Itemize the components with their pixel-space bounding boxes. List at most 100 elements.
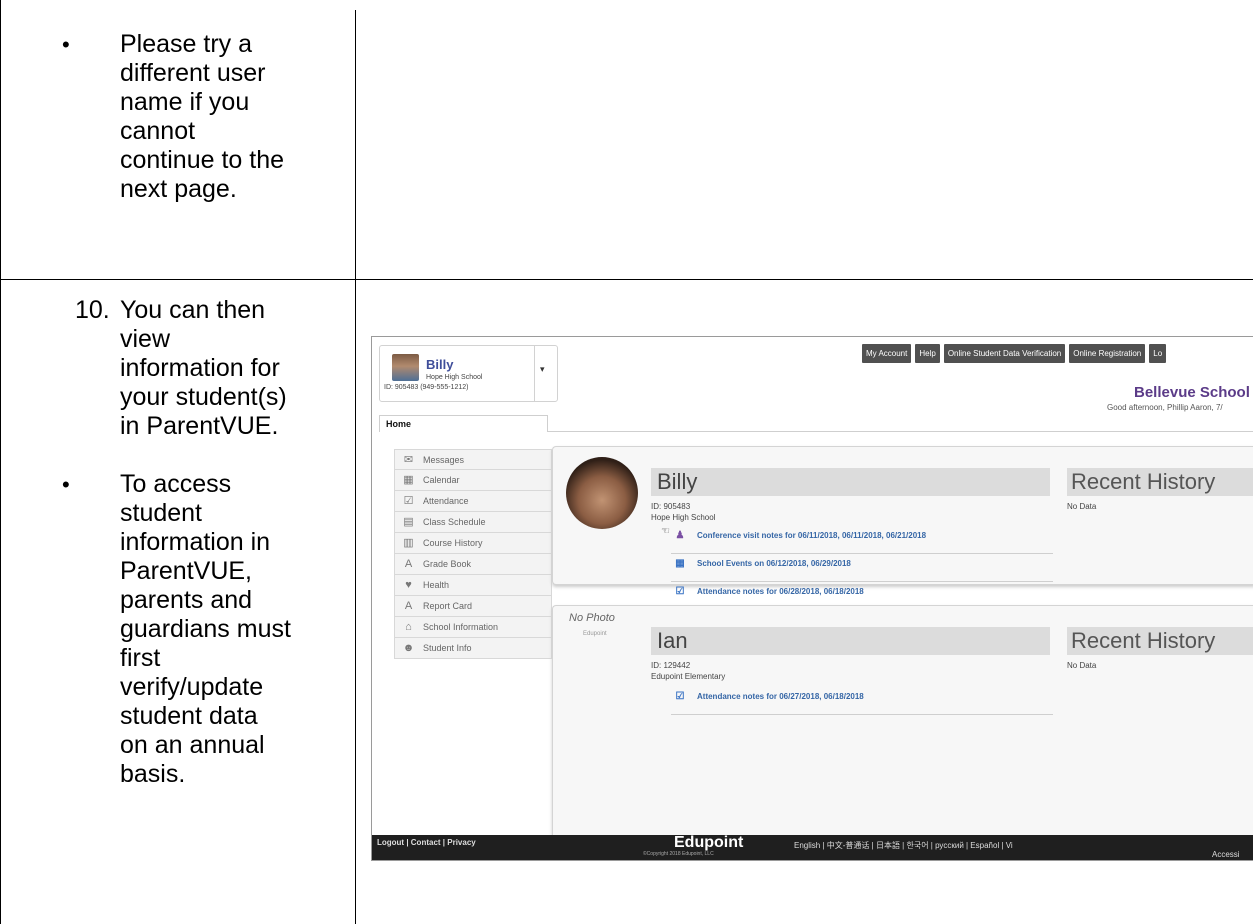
text-line: parents and [120,586,253,614]
class-schedule-icon: ▤ [403,516,414,528]
event-text: Attendance notes for 06/28/2018, 06/18/2… [697,587,864,596]
text-line: next page. [120,175,237,203]
student-selector-card[interactable]: Billy Hope High School ID: 905483 (949-5… [379,345,558,402]
text-line: To access [120,470,232,498]
text-line: continue to the [120,146,285,174]
bullet-glyph: • [62,472,70,497]
school-information-icon: ⌂ [405,621,412,633]
attendance-note-icon: ☑ [675,691,685,702]
sidebar-nav: ✉ Messages ▦ Calendar ☑ Attendance ▤ Class Sche… [394,449,552,659]
table-column-divider [355,10,356,924]
sidebar-item-label: Attendance [423,496,469,506]
sidebar-item[interactable]: ▤ Class Schedule [394,512,552,533]
text-line: name if you [120,88,250,116]
recent-history-heading: Recent History [1067,627,1253,655]
card-school: Hope High School [426,374,483,381]
event-link[interactable]: ☑ Attendance notes for 06/27/2018, 06/18/… [671,687,1053,715]
recent-history-empty: No Data [1067,661,1097,670]
student-id: ID: 905483 [651,502,691,511]
table-border-left [0,0,1,924]
event-link[interactable]: ▦ School Events on 06/12/2018, 06/29/2018 [671,554,1053,582]
top-nav-button[interactable]: Online Registration [1069,344,1146,363]
sidebar-item[interactable]: ☑ Attendance [394,491,552,512]
student-info-icon: ☻ [402,642,415,654]
sidebar-item-label: Messages [423,455,465,465]
course-history-icon: ▥ [403,537,414,549]
top-nav-buttons: My Account Help Online Student Data Verifi… [862,344,1167,363]
sidebar-item[interactable]: ⌂ School Information [394,617,552,638]
sidebar-item[interactable]: A Report Card [394,596,552,617]
page-footer: Logout | Contact | Privacy Edupoint ©Cop… [372,834,1253,860]
messages-icon: ✉ [403,454,414,466]
text-line: information in [120,528,271,556]
card-student-name: Billy [426,357,454,372]
step-number: 10. [75,296,110,324]
accessibility-link[interactable]: Accessi [1212,850,1240,859]
student-panel-billy: Billy Recent History ID: 905483 Hope Hig… [552,446,1253,638]
report-card-icon: A [404,600,413,612]
tab-rule [547,431,1253,432]
no-photo-label: No Photo [569,612,615,624]
text-line: Please try a [120,30,253,58]
sidebar-item-label: Course History [423,538,483,548]
attendance-note-icon: ☑ [675,586,685,597]
text-line: ParentVUE, [120,557,253,585]
text-line: basis. [120,760,186,788]
recent-history-heading: Recent History [1067,468,1253,496]
sidebar-item[interactable]: ♥ Health [394,575,552,596]
tab-home[interactable]: Home [379,415,548,432]
grade-book-icon: A [404,558,413,570]
bullet-retry-text: Please try a different user name if you can… [120,30,284,204]
card-divider [534,346,535,401]
calendar-icon: ▦ [403,474,414,486]
student-school: Hope High School [651,513,716,522]
sidebar-item-label: Student Info [423,643,472,653]
footer-links[interactable]: Logout | Contact | Privacy [377,838,476,847]
text-line: your student(s) [120,383,287,411]
district-name: Bellevue School Dis [1134,384,1253,401]
event-text: School Events on 06/12/2018, 06/29/2018 [697,559,851,568]
sidebar-item-label: Report Card [423,601,473,611]
school-events-icon: ▦ [675,558,685,569]
chevron-down-icon[interactable]: ▾ [540,364,545,375]
table-row-divider [0,279,1253,280]
student-panel-ian: No Photo Edupoint Ian Recent History ID:… [552,605,1253,859]
health-icon: ♥ [405,579,412,591]
bullet-access-text: To access student information in ParentVUE,… [120,470,291,789]
text-line: information for [120,354,280,382]
student-name-heading: Ian [651,627,1050,655]
top-nav-button[interactable]: My Account [862,344,912,363]
sidebar-item[interactable]: A Grade Book [394,554,552,575]
text-line: first [120,644,161,672]
sidebar-item-label: School Information [423,622,499,632]
footer-copyright: ©Copyright 2018 Edupoint, LLC [643,851,714,857]
sidebar-item[interactable]: ▦ Calendar [394,470,552,491]
edupoint-logo: Edupoint [674,834,744,851]
sidebar-item[interactable]: ✉ Messages [394,449,552,470]
document-page: • Please try a different user name if you c… [0,0,1253,924]
text-line: on an annual [120,731,265,759]
top-nav-button[interactable]: Online Student Data Verification [943,344,1066,363]
card-id-phone: ID: 905483 (949-555-1212) [384,384,469,391]
student-id: ID: 129442 [651,661,691,670]
event-text: Conference visit notes for 06/11/2018, 0… [697,531,927,540]
event-link[interactable]: ♟ Conference visit notes for 06/11/2018, … [671,526,1053,554]
sidebar-item-label: Grade Book [423,559,472,569]
top-nav-button[interactable]: Help [915,344,940,363]
text-line: student data [120,702,258,730]
parentvue-screenshot: Billy Hope High School ID: 905483 (949-5… [371,336,1253,861]
student-school: Edupoint Elementary [651,672,726,681]
language-links[interactable]: English | 中文-普通话 | 日本語 | 한국어 | русский |… [794,840,1013,851]
student-thumbnail [392,354,419,381]
sidebar-item[interactable]: ▥ Course History [394,533,552,554]
conference-icon: ♟ [675,530,685,541]
text-line: verify/update [120,673,264,701]
edupoint-placeholder-logo: Edupoint [583,631,607,637]
step-10-text: You can then view information for your stud… [120,296,287,441]
sidebar-item[interactable]: ☻ Student Info [394,638,552,659]
text-line: guardians must [120,615,291,643]
top-nav-button[interactable]: Lo [1149,344,1167,363]
event-text: Attendance notes for 06/27/2018, 06/18/2… [697,692,864,701]
greeting-text: Good afternoon, Phillip Aaron, 7/ [1107,403,1223,412]
pointer-cursor-icon: ☜ [661,526,670,537]
